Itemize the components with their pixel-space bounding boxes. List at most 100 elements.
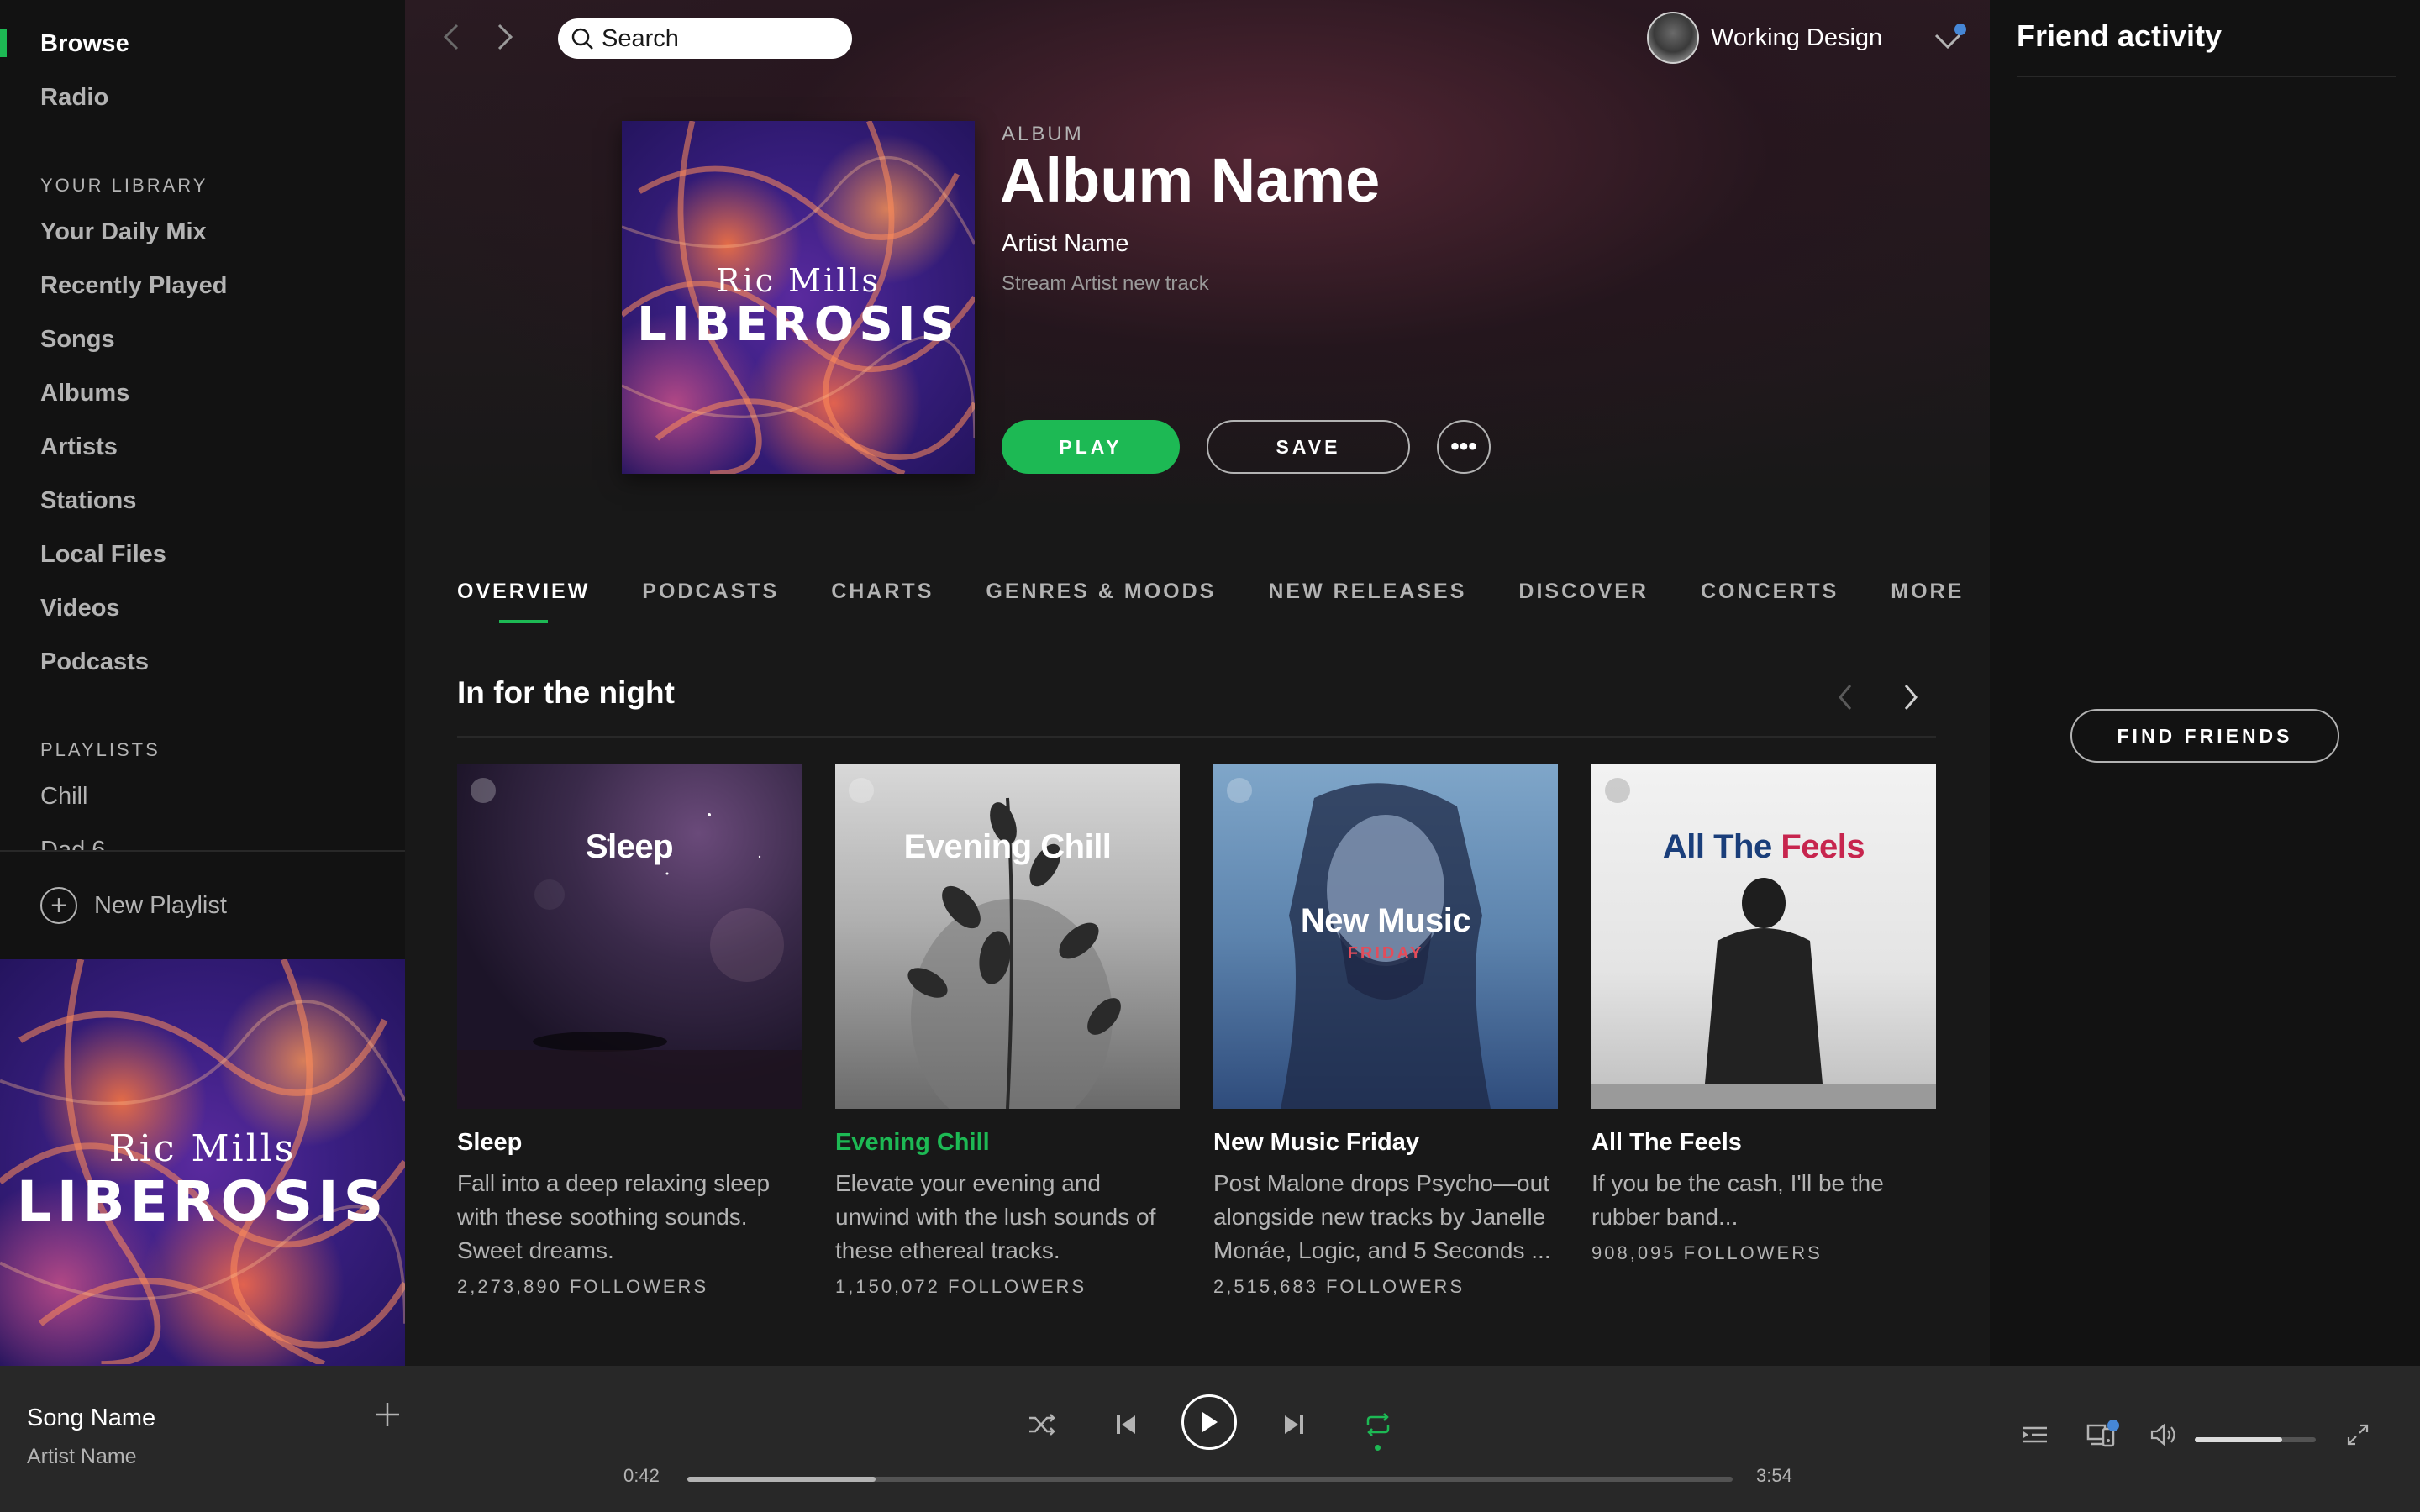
- find-friends-button[interactable]: FIND FRIENDS: [2070, 709, 2339, 763]
- sidebar-item-videos[interactable]: Videos: [40, 595, 120, 622]
- notification-dot: [1954, 24, 1966, 35]
- section-title: In for the night: [457, 675, 675, 710]
- sidebar-item-albums[interactable]: Albums: [40, 380, 129, 407]
- next-icon: [1285, 1415, 1303, 1434]
- sidebar-item-artists[interactable]: Artists: [40, 433, 118, 461]
- save-button[interactable]: SAVE: [1207, 420, 1410, 474]
- tab-overview[interactable]: OVERVIEW: [457, 580, 590, 604]
- plant-portrait-art: [908, 797, 1121, 1109]
- now-playing-artwork[interactable]: Ric Mills LIBEROSIS: [0, 959, 405, 1366]
- album-artist-link[interactable]: Artist Name: [1002, 230, 1128, 258]
- cover-title: Evening Chill: [903, 828, 1112, 865]
- sidebar: Browse Radio YOUR LIBRARY Your Daily Mix…: [0, 0, 405, 1366]
- volume-icon: [2150, 1423, 2175, 1446]
- spotify-icon: [1605, 778, 1630, 803]
- art-title-text: LIBEROSIS: [637, 297, 960, 352]
- playlist-card-new-music-friday[interactable]: New Music FRIDAY New Music Friday Post M…: [1213, 764, 1558, 1298]
- plus-circle-icon: +: [40, 887, 77, 924]
- sidebar-item-local-files[interactable]: Local Files: [40, 541, 166, 569]
- now-playing-artist[interactable]: Artist Name: [27, 1445, 137, 1469]
- fullscreen-button[interactable]: [2341, 1418, 2375, 1452]
- library-label: YOUR LIBRARY: [40, 175, 208, 196]
- playlist-list-clip: Dad 6: [0, 830, 405, 850]
- section-next-button[interactable]: [1901, 682, 1921, 721]
- repeat-button[interactable]: [1355, 1401, 1402, 1448]
- volume-button[interactable]: [2148, 1418, 2181, 1452]
- device-active-dot: [2107, 1420, 2119, 1431]
- new-playlist-label: New Playlist: [94, 891, 227, 919]
- card-description: If you be the cash, I'll be the rubber b…: [1591, 1170, 1884, 1230]
- next-button[interactable]: [1270, 1401, 1318, 1448]
- playlist-card-sleep[interactable]: Sleep Sleep Fall into a deep relaxing sl…: [457, 764, 802, 1298]
- playlist-card-all-the-feels[interactable]: All The Feels All The Feels If you be th…: [1591, 764, 1936, 1264]
- playlist-cover-all-the-feels: All The Feels: [1591, 764, 1936, 1109]
- chevron-left-icon: [1839, 685, 1852, 710]
- sidebar-item-podcasts[interactable]: Podcasts: [40, 648, 149, 676]
- main-content: Working Design: [405, 0, 1990, 1366]
- new-playlist-button[interactable]: + New Playlist: [40, 887, 227, 924]
- night-sky-art: [457, 813, 802, 1109]
- playlist-card-evening-chill[interactable]: Evening Chill Evening Chill Elevate your…: [835, 764, 1180, 1298]
- now-playing-song[interactable]: Song Name: [27, 1404, 155, 1432]
- sidebar-item-recently-played[interactable]: Recently Played: [40, 272, 227, 300]
- tab-concerts[interactable]: CONCERTS: [1701, 580, 1839, 604]
- plus-icon: [376, 1403, 399, 1426]
- chevron-right-icon: [1904, 685, 1918, 710]
- card-title: Evening Chill: [835, 1129, 990, 1156]
- playlist-item-chill[interactable]: Chill: [40, 783, 87, 811]
- shuffle-button[interactable]: [1018, 1401, 1065, 1448]
- tab-podcasts[interactable]: PODCASTS: [642, 580, 779, 604]
- play-button[interactable]: PLAY: [1002, 420, 1180, 474]
- sidebar-item-radio[interactable]: Radio: [40, 84, 109, 112]
- card-description: Fall into a deep relaxing sleep with the…: [457, 1170, 771, 1263]
- sidebar-divider: [0, 850, 405, 852]
- spotify-icon: [1227, 778, 1252, 803]
- tab-genres-moods[interactable]: GENRES & MOODS: [986, 580, 1216, 604]
- section-divider: [457, 736, 1936, 738]
- playlist-cover-sleep: Sleep: [457, 764, 802, 1109]
- progress-bar[interactable]: [687, 1477, 1733, 1482]
- search-input[interactable]: [602, 24, 837, 53]
- cover-title: New Music: [1300, 902, 1471, 939]
- tab-discover[interactable]: DISCOVER: [1518, 580, 1649, 604]
- volume-slider[interactable]: [2195, 1437, 2316, 1442]
- album-title: Album Name: [1000, 145, 1381, 215]
- album-art-image: Ric Mills LIBEROSIS: [622, 121, 975, 474]
- back-button[interactable]: [439, 20, 464, 62]
- art-title-text: LIBEROSIS: [16, 1169, 389, 1234]
- cover-title-part-a: All The: [1662, 828, 1772, 865]
- card-followers: 1,150,072 FOLLOWERS: [835, 1276, 1087, 1297]
- playlist-item-dad-6[interactable]: Dad 6: [40, 837, 105, 850]
- browse-tabs: OVERVIEW PODCASTS CHARTS GENRES & MOODS …: [457, 580, 1964, 604]
- album-type-label: ALBUM: [1002, 123, 1084, 145]
- tab-charts[interactable]: CHARTS: [831, 580, 934, 604]
- volume-fill: [2195, 1437, 2282, 1442]
- add-to-library-button[interactable]: [373, 1396, 402, 1438]
- fullscreen-icon: [2347, 1424, 2369, 1446]
- user-profile[interactable]: Working Design: [1647, 12, 1882, 64]
- section-prev-button[interactable]: [1835, 682, 1855, 721]
- cover-title: Sleep: [585, 828, 674, 865]
- tab-more[interactable]: MORE: [1891, 580, 1964, 604]
- play-pause-button[interactable]: [1181, 1394, 1237, 1450]
- tab-new-releases[interactable]: NEW RELEASES: [1268, 580, 1466, 604]
- search-icon: [570, 26, 595, 51]
- album-art-image: Ric Mills LIBEROSIS: [0, 959, 405, 1366]
- player-bar: Song Name Artist Name 0:42 3:54: [0, 1366, 2420, 1512]
- cover-subtitle: FRIDAY: [1347, 944, 1424, 963]
- user-name: Working Design: [1711, 24, 1883, 51]
- user-menu-button[interactable]: [1933, 24, 1966, 57]
- sidebar-item-stations[interactable]: Stations: [40, 487, 136, 515]
- album-cover[interactable]: Ric Mills LIBEROSIS: [622, 121, 975, 474]
- sidebar-item-daily-mix[interactable]: Your Daily Mix: [40, 218, 207, 246]
- friend-activity-divider: [2017, 76, 2396, 77]
- search-box[interactable]: [558, 18, 852, 59]
- previous-button[interactable]: [1102, 1401, 1150, 1448]
- previous-icon: [1117, 1415, 1135, 1434]
- queue-button[interactable]: [2018, 1418, 2052, 1452]
- sidebar-item-songs[interactable]: Songs: [40, 326, 115, 354]
- sidebar-item-browse[interactable]: Browse: [40, 30, 129, 58]
- art-artist-text: Ric Mills: [716, 262, 881, 299]
- more-options-button[interactable]: •••: [1437, 420, 1491, 474]
- forward-button[interactable]: [492, 20, 518, 62]
